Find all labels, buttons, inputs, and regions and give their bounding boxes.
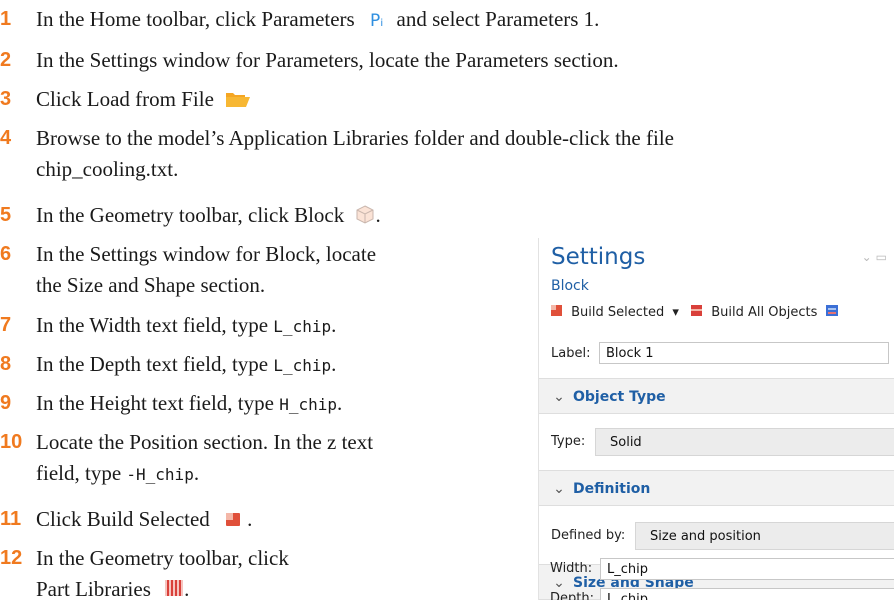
step-text-2: . <box>247 507 253 531</box>
build-all-icon[interactable] <box>691 305 707 321</box>
step-text: In the Settings window for Block, locate <box>36 242 377 266</box>
step-text: Click Build Selected <box>36 507 210 531</box>
step-number: 4 <box>0 127 12 149</box>
code-value: L_chip <box>273 317 332 336</box>
build-selected-icon[interactable] <box>551 305 567 321</box>
chevron-down-icon: ⌄ <box>553 481 565 497</box>
step-text: Part Libraries <box>36 577 151 601</box>
step-text: In the Geometry toolbar, click Block <box>36 203 345 227</box>
settings-title: Settings <box>551 244 646 270</box>
settings-panel: Settings ⌄▭ Block Build Selected ▾ Build… <box>538 238 894 600</box>
step-number: 11 <box>0 508 22 530</box>
block-icon <box>355 202 375 232</box>
code-value: L_chip <box>273 356 332 375</box>
settings-toolbar: Build Selected ▾ Build All Objects <box>551 304 839 321</box>
step-text: Locate the Position section. In the z te… <box>36 430 374 454</box>
section-object-type[interactable]: ⌄ Object Type <box>539 378 894 414</box>
step-text: Click Load from File <box>36 87 214 111</box>
defined-by-select[interactable]: Size and position <box>635 522 894 550</box>
step-text-2: . <box>331 313 337 337</box>
build-selected-icon <box>225 506 241 536</box>
settings-subtitle: Block <box>551 278 589 294</box>
window-controls[interactable]: ⌄▭ <box>862 250 891 264</box>
step-text: In the Depth text field, type <box>36 352 269 376</box>
step-text: In the Height text field, type <box>36 391 274 415</box>
type-caption: Type: <box>551 434 586 449</box>
build-all-button[interactable]: Build All Objects <box>711 305 817 320</box>
step-number: 5 <box>0 204 12 226</box>
step-number: 1 <box>0 8 12 30</box>
step-number: 8 <box>0 353 12 375</box>
build-selected-button[interactable]: Build Selected <box>571 305 664 320</box>
code-value: H_chip <box>279 395 337 414</box>
graphics-icon[interactable] <box>825 305 839 321</box>
chevron-down-icon[interactable]: ▾ <box>672 305 679 320</box>
section-size-and-shape[interactable]: ⌄ Size and Shape <box>539 564 894 600</box>
step-text-2: . <box>193 461 200 485</box>
folder-open-icon <box>225 86 251 116</box>
step-number: 2 <box>0 49 12 71</box>
step-text: Browse to the model’s Application Librar… <box>36 126 674 150</box>
step-text: In the Width text field, type <box>36 313 269 337</box>
code-value: -H_chip <box>126 465 194 484</box>
step-number: 7 <box>0 314 12 336</box>
step-text: In the Home toolbar, click Parameters <box>36 7 355 31</box>
parameters-icon: Pᵢ <box>369 11 384 32</box>
step-number: 6 <box>0 243 12 265</box>
label-caption: Label: <box>551 346 591 361</box>
step-text-2: . <box>184 577 190 601</box>
step-text-2: . <box>375 203 381 227</box>
step-text-2: and select Parameters 1. <box>396 7 600 31</box>
chevron-down-icon: ⌄ <box>553 575 565 591</box>
step-number: 9 <box>0 392 12 414</box>
step-number: 12 <box>0 547 23 569</box>
step-text: In the Geometry toolbar, click <box>36 546 289 570</box>
step-text: the Size and Shape section. <box>36 273 266 297</box>
defined-by-caption: Defined by: <box>551 528 626 543</box>
chevron-down-icon: ⌄ <box>553 389 565 405</box>
step-text: chip_cooling.txt. <box>36 157 179 181</box>
part-libraries-icon <box>164 576 184 606</box>
chevron-down-icon[interactable]: ⌄ <box>862 250 876 264</box>
section-definition[interactable]: ⌄ Definition <box>539 470 894 506</box>
restore-icon[interactable]: ▭ <box>876 250 891 264</box>
type-select[interactable]: Solid <box>595 428 894 456</box>
step-text: field, type <box>36 461 122 485</box>
label-field[interactable]: Block 1 <box>599 342 889 364</box>
step-text: In the Settings window for Parameters, l… <box>36 48 619 72</box>
step-number: 3 <box>0 88 12 110</box>
step-text-2: . <box>331 352 337 376</box>
step-text-2: . <box>336 391 343 415</box>
step-number: 10 <box>0 431 23 453</box>
